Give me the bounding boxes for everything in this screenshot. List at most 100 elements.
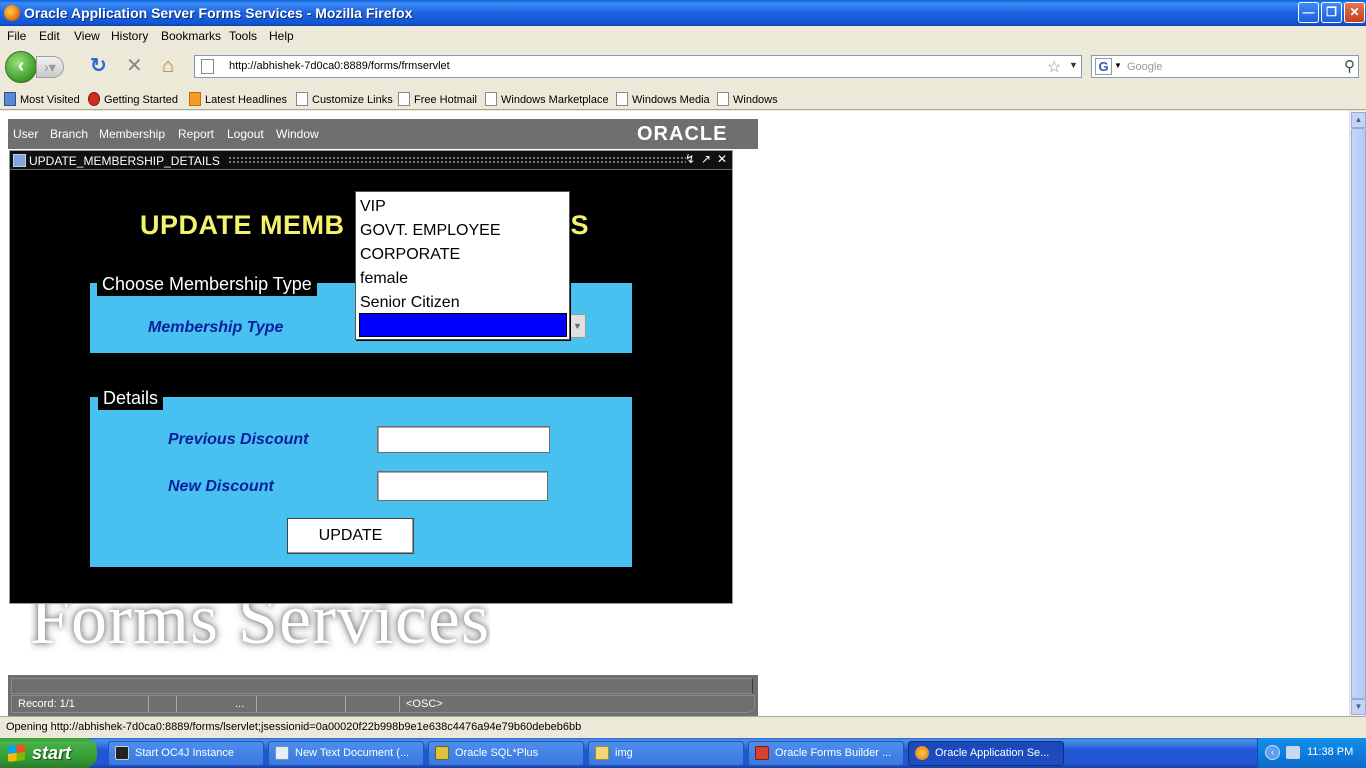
menu-file[interactable]: File — [7, 29, 26, 43]
oracle-menu-user[interactable]: User — [13, 127, 38, 141]
home-icon[interactable]: ⌂ — [162, 56, 174, 76]
dropdown-option-senior-citizen[interactable]: Senior Citizen — [359, 291, 567, 315]
bookmark-most-visited[interactable]: Most Visited — [4, 92, 80, 106]
forward-button[interactable]: ›▾ — [36, 56, 64, 78]
show-hidden-icons-icon[interactable]: ‹ — [1265, 745, 1280, 760]
oracle-status-bar: Record: 1/1 ... <OSC> — [8, 675, 758, 716]
task-label: img — [615, 747, 633, 759]
membership-type-label: Membership Type — [148, 319, 284, 336]
bookmark-windows[interactable]: Windows — [717, 92, 778, 106]
update-button[interactable]: UPDATE — [287, 518, 414, 554]
oracle-logo: ORACLE — [637, 123, 728, 145]
form-minimize-icon[interactable]: ↯ — [683, 152, 697, 166]
dropdown-option-selected-blank[interactable] — [359, 313, 567, 337]
menu-view[interactable]: View — [74, 29, 100, 43]
task-oracle-application-server[interactable]: Oracle Application Se... — [908, 741, 1064, 766]
menu-bookmarks[interactable]: Bookmarks — [161, 29, 221, 43]
bookmark-getting-started[interactable]: Getting Started — [88, 92, 178, 106]
previous-discount-label: Previous Discount — [168, 431, 309, 448]
search-bar[interactable]: G ▼ Google ⚲ — [1091, 55, 1359, 78]
folder-icon — [595, 746, 609, 760]
oracle-menu-branch[interactable]: Branch — [50, 127, 88, 141]
back-button[interactable]: ‹ — [5, 51, 37, 83]
task-sqlplus[interactable]: Oracle SQL*Plus — [428, 741, 584, 766]
status-cell — [346, 696, 400, 712]
console-icon — [115, 746, 129, 760]
dropdown-option-female[interactable]: female — [359, 267, 567, 291]
bookmark-label: Windows — [733, 94, 778, 106]
window-title: Oracle Application Server Forms Services… — [24, 5, 413, 21]
most-visited-icon — [4, 92, 16, 106]
rss-icon — [189, 92, 201, 106]
notepad-icon — [275, 746, 289, 760]
bookmark-star-icon[interactable]: ☆ — [1047, 57, 1061, 77]
task-text-document[interactable]: New Text Document (... — [268, 741, 424, 766]
search-icon[interactable]: ⚲ — [1344, 57, 1355, 75]
minimize-button[interactable]: — — [1298, 2, 1319, 23]
network-icon[interactable] — [1286, 746, 1300, 759]
membership-type-dropdown-list[interactable]: VIP GOVT. EMPLOYEE CORPORATE female Seni… — [355, 191, 570, 340]
task-label: Start OC4J Instance — [135, 747, 235, 759]
task-img-folder[interactable]: img — [588, 741, 744, 766]
new-discount-field[interactable] — [377, 471, 548, 501]
record-indicator: Record: 1/1 — [12, 696, 149, 712]
title-bar-grip — [228, 156, 686, 165]
bookmark-label: Windows Marketplace — [501, 94, 609, 106]
title-bar: Oracle Application Server Forms Services… — [0, 0, 1366, 26]
dropdown-option-vip[interactable]: VIP — [359, 195, 567, 219]
menu-edit[interactable]: Edit — [39, 29, 60, 43]
restore-button[interactable]: ❐ — [1321, 2, 1342, 23]
bookmark-free-hotmail[interactable]: Free Hotmail — [398, 92, 477, 106]
form-maximize-icon[interactable]: ↗ — [699, 152, 713, 166]
bookmark-label: Latest Headlines — [205, 94, 287, 106]
status-text: Opening http://abhishek-7d0ca0:8889/form… — [6, 721, 582, 733]
new-discount-label: New Discount — [168, 478, 274, 495]
oracle-menu-report[interactable]: Report — [178, 127, 214, 141]
reload-icon[interactable]: ↻ — [90, 56, 107, 76]
bookmark-customize-links[interactable]: Customize Links — [296, 92, 393, 106]
task-label: Oracle Forms Builder ... — [775, 747, 892, 759]
dropdown-option-govt-employee[interactable]: GOVT. EMPLOYEE — [359, 219, 567, 243]
scroll-up-icon[interactable]: ▲ — [1351, 112, 1366, 128]
membership-type-dropdown-arrow-icon[interactable]: ▼ — [569, 314, 586, 338]
start-button[interactable]: start — [0, 738, 97, 768]
oracle-menu-membership[interactable]: Membership — [99, 127, 165, 141]
vertical-scrollbar[interactable]: ▲ ▼ — [1349, 111, 1366, 716]
task-forms-builder[interactable]: Oracle Forms Builder ... — [748, 741, 904, 766]
status-cell — [257, 696, 346, 712]
status-ellipsis: ... — [177, 696, 257, 712]
close-button[interactable]: ✕ — [1344, 2, 1365, 23]
dropdown-option-corporate[interactable]: CORPORATE — [359, 243, 567, 267]
form-heading-right: S — [570, 210, 590, 240]
menu-history[interactable]: History — [111, 29, 148, 43]
form-close-icon[interactable]: ✕ — [715, 152, 729, 166]
url-bar[interactable]: http://abhishek-7d0ca0:8889/forms/frmser… — [194, 55, 1082, 78]
url-dropdown-icon[interactable]: ▼ — [1069, 60, 1078, 70]
task-oc4j[interactable]: Start OC4J Instance — [108, 741, 264, 766]
bookmark-label: Windows Media — [632, 94, 710, 106]
scroll-thumb[interactable] — [1351, 128, 1366, 699]
menu-help[interactable]: Help — [269, 29, 294, 43]
bookmark-latest-headlines[interactable]: Latest Headlines — [189, 92, 287, 106]
search-placeholder: Google — [1127, 61, 1163, 73]
form-window-icon — [13, 154, 26, 167]
search-engine-dropdown-icon[interactable]: ▼ — [1114, 61, 1122, 70]
status-cell — [149, 696, 177, 712]
menu-bar: File Edit View History Bookmarks Tools H… — [0, 26, 1366, 46]
previous-discount-field[interactable] — [377, 426, 550, 453]
system-tray: ‹ 11:38 PM — [1257, 738, 1366, 768]
firefox-window: Oracle Application Server Forms Services… — [0, 0, 1366, 768]
bookmark-windows-marketplace[interactable]: Windows Marketplace — [485, 92, 609, 106]
bookmark-windows-media[interactable]: Windows Media — [616, 92, 710, 106]
page-icon — [398, 92, 410, 106]
page-icon — [485, 92, 497, 106]
url-text: http://abhishek-7d0ca0:8889/forms/frmser… — [229, 60, 450, 72]
windows-taskbar: start Start OC4J Instance New Text Docum… — [0, 738, 1366, 768]
google-icon[interactable]: G — [1095, 58, 1112, 75]
scroll-down-icon[interactable]: ▼ — [1351, 699, 1366, 715]
oracle-menu-window[interactable]: Window — [276, 127, 319, 141]
form-title-bar: UPDATE_MEMBERSHIP_DETAILS ↯ ↗ ✕ — [10, 151, 732, 170]
menu-tools[interactable]: Tools — [229, 29, 257, 43]
oracle-menu-logout[interactable]: Logout — [227, 127, 264, 141]
stop-icon[interactable]: ✕ — [126, 56, 143, 76]
